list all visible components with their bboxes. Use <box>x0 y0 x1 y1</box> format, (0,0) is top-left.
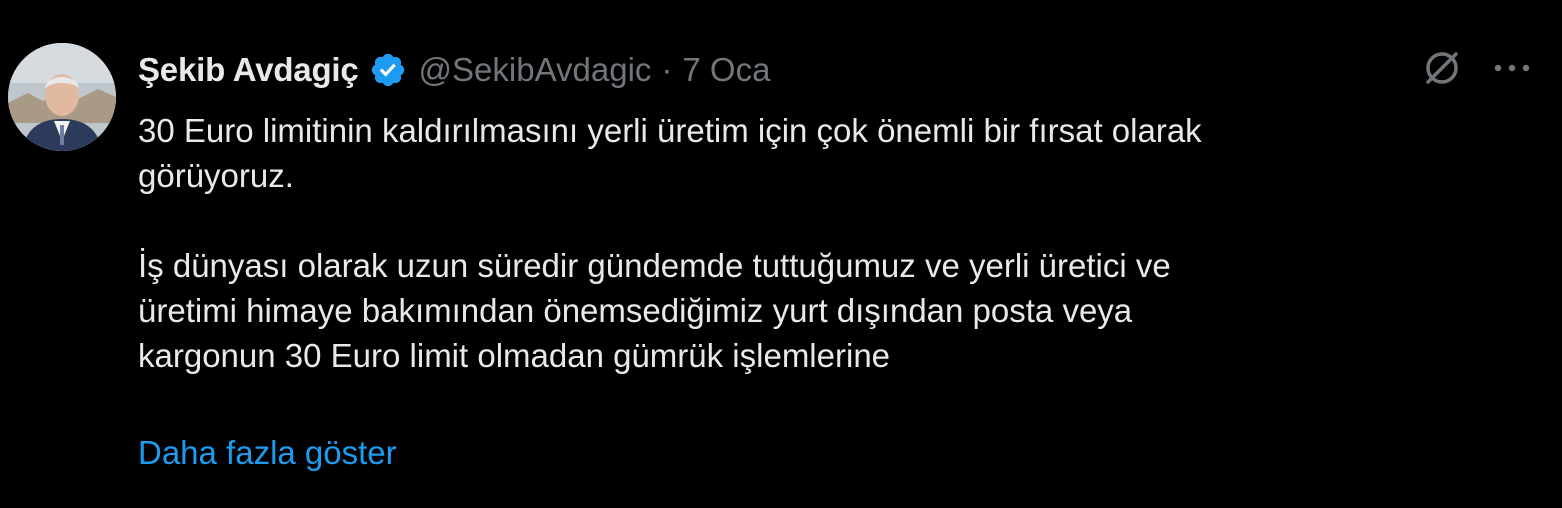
tweet-text-line: görüyoruz. <box>138 157 294 194</box>
tweet-text-line: 30 Euro limitinin kaldırılmasını yerli ü… <box>138 112 1202 149</box>
more-options-button[interactable] <box>1488 48 1536 92</box>
show-more-link[interactable]: Daha fazla göster <box>138 430 397 475</box>
verified-badge-icon <box>369 51 407 89</box>
grok-icon <box>1422 48 1462 93</box>
author-handle[interactable]: @SekibAvdagic <box>419 51 652 89</box>
avatar[interactable] <box>8 43 116 151</box>
tweet-text-line: üretimi himaye bakımından önemsediğimiz … <box>138 292 1133 329</box>
tweet-header: Şekib Avdagiç @SekibAvdagic · 7 Oca <box>138 48 770 92</box>
separator-dot: · <box>661 51 673 88</box>
more-dots-icon <box>1492 61 1532 79</box>
author-name[interactable]: Şekib Avdagiç <box>138 51 359 89</box>
tweet-card[interactable]: Şekib Avdagiç @SekibAvdagic · 7 Oca 30 E… <box>0 0 1562 508</box>
tweet-text: 30 Euro limitinin kaldırılmasını yerli ü… <box>138 108 1538 378</box>
tweet-text-line: İş dünyası olarak uzun süredir gündemde … <box>138 247 1171 284</box>
tweet-date[interactable]: 7 Oca <box>682 51 770 89</box>
grok-button[interactable] <box>1418 48 1466 92</box>
tweet-text-line: kargonun 30 Euro limit olmadan gümrük iş… <box>138 337 891 374</box>
